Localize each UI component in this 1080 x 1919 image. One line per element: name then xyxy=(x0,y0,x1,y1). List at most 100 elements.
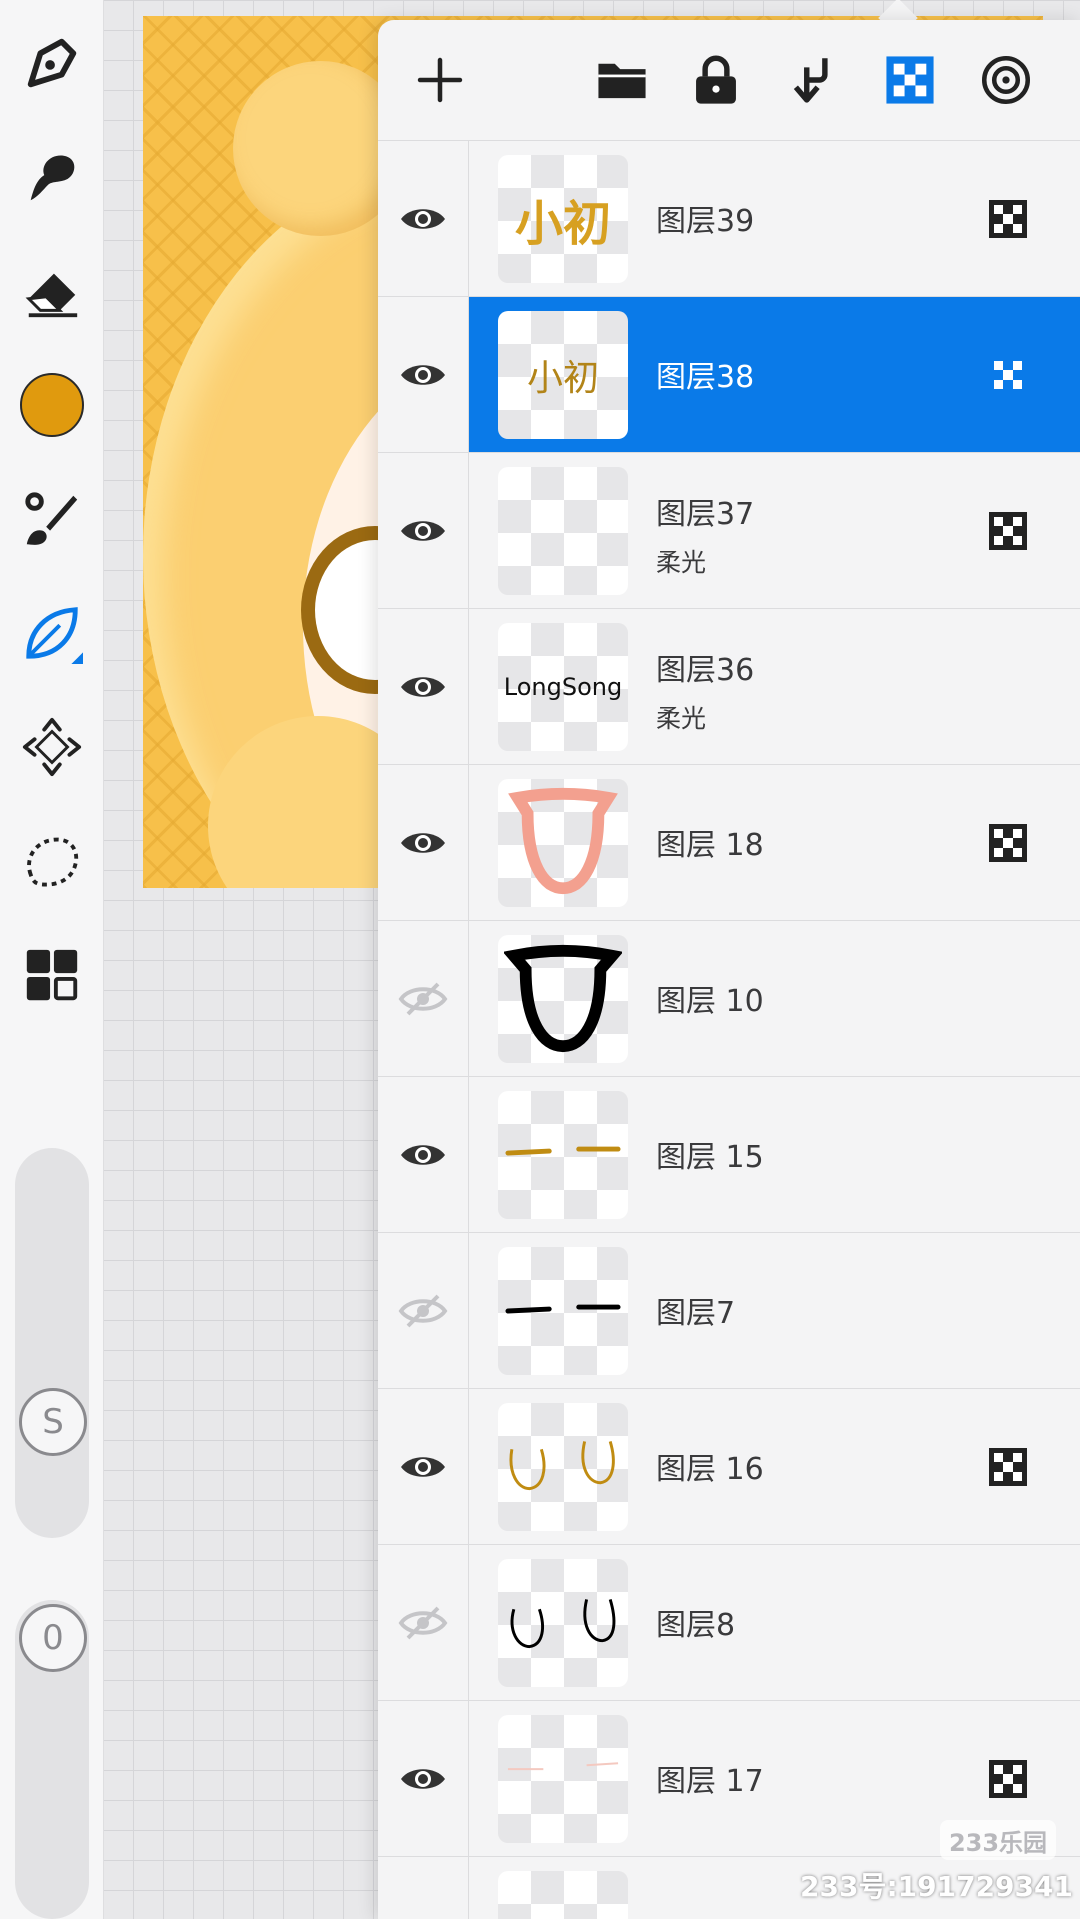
layer-name: 图层8 xyxy=(656,1608,736,1643)
layer-name: 图层 15 xyxy=(656,1140,764,1175)
eye-icon xyxy=(401,365,445,385)
visibility-toggle[interactable] xyxy=(378,765,469,921)
layer-thumbnail[interactable] xyxy=(498,1559,628,1687)
layer-thumbnail[interactable] xyxy=(498,1871,628,1919)
layer-row[interactable]: 图层 16 xyxy=(378,1388,1080,1545)
thumbnail-drawing xyxy=(505,1146,621,1156)
layer-thumbnail[interactable] xyxy=(498,1715,628,1843)
merge-down-button[interactable] xyxy=(782,48,846,112)
watermark-logo: 233乐园 xyxy=(940,1820,1056,1860)
layers-panel-header xyxy=(378,20,1080,140)
layer-row[interactable]: 小初 图层39 xyxy=(378,140,1080,297)
layer-name: 图层39 xyxy=(656,204,755,239)
color-button[interactable] xyxy=(14,370,90,440)
layer-row[interactable]: 图层 18 xyxy=(378,764,1080,921)
smudge-icon xyxy=(30,155,75,201)
new-group-button[interactable] xyxy=(590,48,654,112)
visibility-toggle[interactable] xyxy=(378,1857,469,1919)
layer-thumbnail[interactable] xyxy=(498,1247,628,1375)
eye-hidden-icon xyxy=(398,1294,448,1328)
eraser-icon xyxy=(25,273,78,318)
alpha-lock-indicator-icon[interactable] xyxy=(988,1759,1028,1799)
eraser-tool-button[interactable] xyxy=(14,256,90,326)
layer-row[interactable]: 图层8 xyxy=(378,1544,1080,1701)
layer-thumbnail[interactable] xyxy=(498,935,628,1063)
visibility-toggle[interactable] xyxy=(378,297,469,453)
visibility-toggle[interactable] xyxy=(378,1701,469,1857)
layer-blend-mode[interactable]: 柔光 xyxy=(656,543,706,579)
layers-panel: 小初 图层39 小初 图层38 图层37 柔光 LongSong 图层36 柔光 图层 18 图层 … xyxy=(378,20,1080,1919)
alpha-lock-icon xyxy=(886,56,934,104)
brush-opacity-slider[interactable]: 0 xyxy=(15,1600,89,1919)
alpha-lock-indicator-icon[interactable] xyxy=(988,511,1028,551)
brush-size-slider[interactable]: S xyxy=(15,1148,89,1538)
alpha-lock-button[interactable] xyxy=(878,48,942,112)
layer-thumbnail[interactable]: 小初 xyxy=(498,311,628,439)
layer-name: 图层 17 xyxy=(656,1764,764,1799)
layer-blend-mode[interactable]: 柔光 xyxy=(656,699,706,735)
lasso-icon xyxy=(27,837,79,887)
move-tool-button[interactable] xyxy=(14,712,90,782)
visibility-toggle[interactable] xyxy=(378,609,469,765)
layer-thumbnail[interactable] xyxy=(498,467,628,595)
layer-thumbnail[interactable] xyxy=(498,1091,628,1219)
thumbnail-text: LongSong xyxy=(503,673,623,701)
layer-thumbnail[interactable]: 小初 xyxy=(498,155,628,283)
thumbnail-drawing xyxy=(505,1304,621,1314)
layer-thumbnail[interactable] xyxy=(498,779,628,907)
layer-name: 图层 16 xyxy=(656,1452,764,1487)
brush-settings-button[interactable] xyxy=(14,484,90,554)
eye-icon xyxy=(401,1457,445,1477)
alpha-lock-indicator-icon[interactable] xyxy=(988,823,1028,863)
visibility-toggle[interactable] xyxy=(378,1077,469,1233)
thumbnail-drawing xyxy=(507,1762,619,1771)
visibility-toggle[interactable] xyxy=(378,453,469,609)
eye-hidden-icon xyxy=(398,1606,448,1640)
layer-row[interactable]: 小初 图层38 xyxy=(378,296,1080,453)
brush-size-knob[interactable]: S xyxy=(19,1388,87,1456)
add-layer-icon xyxy=(417,57,463,103)
layer-thumbnail[interactable]: LongSong xyxy=(498,623,628,751)
layer-name: 图层37 xyxy=(656,497,755,532)
layer-row[interactable]: 图层7 xyxy=(378,1232,1080,1389)
leaf-brush-button[interactable] xyxy=(14,598,90,668)
color-swatch xyxy=(20,373,84,437)
eye-icon xyxy=(401,1145,445,1165)
alpha-lock-indicator-icon[interactable] xyxy=(988,1447,1028,1487)
alpha-lock-indicator-icon[interactable] xyxy=(988,355,1028,395)
smudge-tool-button[interactable] xyxy=(14,142,90,212)
add-layer-button[interactable] xyxy=(408,48,472,112)
visibility-toggle[interactable] xyxy=(378,1545,469,1701)
eye-icon xyxy=(401,209,445,229)
folder-icon xyxy=(598,63,646,99)
left-toolbar: S 0 xyxy=(0,0,104,1919)
brush-opacity-knob[interactable]: 0 xyxy=(19,1604,87,1672)
reference-button[interactable] xyxy=(974,48,1038,112)
thumbnail-drawing xyxy=(509,1441,615,1491)
layer-name: 图层36 xyxy=(656,653,755,688)
visibility-toggle[interactable] xyxy=(378,1389,469,1545)
lock-layer-button[interactable] xyxy=(684,48,748,112)
pen-icon xyxy=(27,38,77,88)
layer-row[interactable]: LongSong 图层36 柔光 xyxy=(378,608,1080,765)
pen-tool-button[interactable] xyxy=(14,28,90,98)
thumbnail-drawing xyxy=(508,787,618,895)
layer-name: 图层7 xyxy=(656,1296,736,1331)
lasso-tool-button[interactable] xyxy=(14,826,90,896)
layer-row[interactable]: 图层 10 xyxy=(378,920,1080,1077)
layer-row[interactable]: 图层 15 xyxy=(378,1076,1080,1233)
layer-row[interactable]: 图层37 柔光 xyxy=(378,452,1080,609)
lock-icon xyxy=(696,55,736,104)
visibility-toggle[interactable] xyxy=(378,141,469,297)
alpha-lock-indicator-icon[interactable] xyxy=(988,199,1028,239)
eye-icon xyxy=(401,521,445,541)
visibility-toggle[interactable] xyxy=(378,1233,469,1389)
visibility-toggle[interactable] xyxy=(378,921,469,1077)
layer-thumbnail[interactable] xyxy=(498,1403,628,1531)
thumbnail-drawing xyxy=(510,1598,616,1649)
watermark-text: 233号:191729341 xyxy=(800,1870,1073,1903)
layer-name: 图层 10 xyxy=(656,984,764,1019)
layers-button[interactable] xyxy=(14,940,90,1010)
eye-icon xyxy=(401,677,445,697)
layer-name: 图层 18 xyxy=(656,828,764,863)
